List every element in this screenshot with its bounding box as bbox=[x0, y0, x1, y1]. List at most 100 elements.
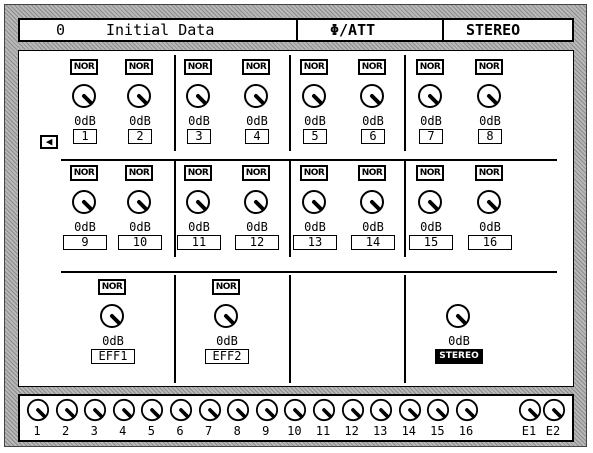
mini-knob[interactable]: 15 bbox=[426, 398, 452, 440]
channel-strip: NOR 0dB 9 bbox=[55, 165, 115, 267]
channel-strip: NOR 0dB 6 bbox=[343, 59, 403, 161]
attenuator-knob-icon[interactable] bbox=[359, 189, 385, 215]
phase-button[interactable]: NOR bbox=[70, 165, 98, 181]
attenuator-knob-icon[interactable] bbox=[243, 189, 269, 215]
knob-icon bbox=[169, 398, 193, 422]
attenuator-knob-icon[interactable] bbox=[71, 83, 97, 109]
mini-knob[interactable]: 2 bbox=[55, 398, 81, 440]
knob-label: 7 bbox=[204, 424, 213, 438]
mini-knob[interactable]: 7 bbox=[198, 398, 224, 440]
panel-divider bbox=[61, 271, 557, 273]
mini-knob[interactable]: 3 bbox=[83, 398, 109, 440]
channel-label: 9 bbox=[63, 235, 107, 250]
phase-button[interactable]: NOR bbox=[70, 59, 98, 75]
att-value: 0dB bbox=[304, 220, 326, 234]
knob-label: 10 bbox=[287, 424, 302, 438]
attenuator-knob-icon[interactable] bbox=[243, 83, 269, 109]
phase-button[interactable]: NOR bbox=[242, 59, 270, 75]
phase-button[interactable]: NOR bbox=[300, 59, 328, 75]
phase-button[interactable]: NOR bbox=[358, 59, 386, 75]
phase-button[interactable]: NOR bbox=[416, 59, 444, 75]
panel-divider bbox=[61, 159, 557, 161]
channel-strip: NOR 0dB 4 bbox=[227, 59, 287, 161]
knob-label: 4 bbox=[119, 424, 127, 438]
channel-label: 1 bbox=[73, 129, 97, 144]
phase-button[interactable]: NOR bbox=[98, 279, 126, 295]
attenuator-knob-icon[interactable] bbox=[417, 83, 443, 109]
attenuator-knob-icon[interactable] bbox=[301, 83, 327, 109]
channel-label: 3 bbox=[187, 129, 211, 144]
phase-button[interactable]: NOR bbox=[125, 59, 153, 75]
phase-button[interactable]: NOR bbox=[300, 165, 328, 181]
phase-button[interactable]: NOR bbox=[212, 279, 240, 295]
att-value: 0dB bbox=[102, 334, 124, 348]
attenuator-knob-icon[interactable] bbox=[301, 189, 327, 215]
channel-label: 8 bbox=[478, 129, 502, 144]
mini-knob[interactable]: 10 bbox=[283, 398, 309, 440]
panel-divider bbox=[289, 275, 291, 383]
mini-knob[interactable]: 16 bbox=[455, 398, 481, 440]
mini-knob[interactable]: 9 bbox=[255, 398, 281, 440]
knob-icon bbox=[227, 398, 250, 422]
panel-divider bbox=[174, 161, 176, 257]
attenuator-knob-icon[interactable] bbox=[126, 83, 152, 109]
phase-button[interactable]: NOR bbox=[242, 165, 270, 181]
mini-knob[interactable]: 4 bbox=[112, 398, 138, 440]
attenuator-knob-icon[interactable] bbox=[71, 189, 97, 215]
att-value: 0dB bbox=[188, 220, 210, 234]
channel-label: EFF1 bbox=[91, 349, 135, 364]
att-value: 0dB bbox=[362, 220, 384, 234]
phase-button[interactable]: NOR bbox=[125, 165, 153, 181]
mini-knob[interactable]: 1 bbox=[26, 398, 52, 440]
mini-knob[interactable]: 14 bbox=[398, 398, 424, 440]
mini-knob[interactable]: 13 bbox=[369, 398, 395, 440]
attenuator-knob-icon[interactable] bbox=[185, 189, 211, 215]
channel-label: 10 bbox=[118, 235, 162, 250]
knob-label: 12 bbox=[344, 424, 359, 438]
phase-button[interactable]: NOR bbox=[475, 59, 503, 75]
attenuator-knob-icon[interactable] bbox=[213, 303, 239, 329]
mini-knob[interactable]: 11 bbox=[312, 398, 338, 440]
attenuator-knob-icon[interactable] bbox=[476, 83, 502, 109]
attenuator-knob-icon[interactable] bbox=[417, 189, 443, 215]
attenuator-knob-icon[interactable] bbox=[185, 83, 211, 109]
mini-knob[interactable]: 8 bbox=[226, 398, 252, 440]
knob-icon bbox=[198, 398, 221, 422]
phase-button[interactable]: NOR bbox=[358, 165, 386, 181]
knob-label: 11 bbox=[315, 424, 331, 438]
knob-label: 13 bbox=[372, 424, 388, 438]
knob-label: 3 bbox=[90, 424, 98, 438]
knob-label: 1 bbox=[33, 424, 41, 438]
channel-strip: NOR 0dB 15 bbox=[401, 165, 461, 267]
attenuator-knob-icon[interactable] bbox=[359, 83, 385, 109]
phase-button[interactable]: NOR bbox=[475, 165, 503, 181]
channel-label: 6 bbox=[361, 129, 385, 144]
mixer-screen: 0 Initial Data Φ/ATT STEREO ◀ NOR 0dB 1 NOR… bbox=[0, 0, 593, 453]
phase-button[interactable]: NOR bbox=[184, 59, 212, 75]
phase-button[interactable]: NOR bbox=[416, 165, 444, 181]
mini-knob[interactable]: 12 bbox=[341, 398, 367, 440]
phase-button[interactable]: NOR bbox=[184, 165, 212, 181]
channel-strip: NOR 0dB 7 bbox=[401, 59, 461, 161]
attenuator-knob-icon[interactable] bbox=[445, 303, 471, 329]
mini-knob[interactable]: 6 bbox=[169, 398, 195, 440]
knob-label: 6 bbox=[176, 424, 184, 438]
panel-divider bbox=[174, 55, 176, 151]
channel-strip: NOR 0dB 13 bbox=[285, 165, 345, 267]
attenuator-knob-icon[interactable] bbox=[476, 189, 502, 215]
scene-name: Initial Data bbox=[106, 21, 215, 39]
mini-knob[interactable]: E2 bbox=[542, 398, 568, 440]
attenuator-knob-icon[interactable] bbox=[126, 189, 152, 215]
knob-icon bbox=[398, 398, 421, 422]
att-value: 0dB bbox=[74, 114, 96, 128]
scene-number: 0 bbox=[56, 21, 66, 39]
knob-label: E2 bbox=[545, 424, 561, 438]
channel-strip: NOR 0dB 2 bbox=[110, 59, 170, 161]
channel-strip: NOR 0dB 12 bbox=[227, 165, 287, 267]
att-value: 0dB bbox=[246, 220, 268, 234]
attenuator-knob-icon[interactable] bbox=[99, 303, 125, 329]
knob-icon bbox=[370, 398, 393, 422]
att-value: 0dB bbox=[420, 114, 442, 128]
title-bar: 0 Initial Data Φ/ATT STEREO bbox=[18, 18, 574, 42]
mini-knob[interactable]: 5 bbox=[140, 398, 166, 440]
